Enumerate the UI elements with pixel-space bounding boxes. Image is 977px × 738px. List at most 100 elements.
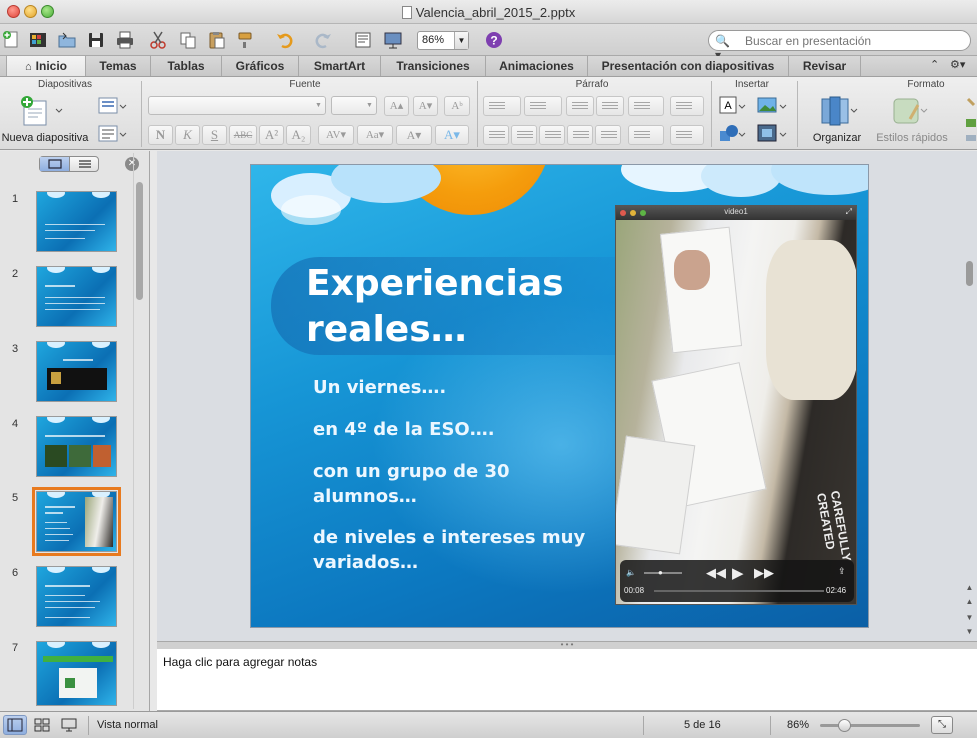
tab-smartart[interactable]: SmartArt [299,56,381,76]
align-right-icon[interactable] [539,125,565,145]
normal-view-button[interactable] [3,715,27,735]
text-direction-icon[interactable] [628,125,664,145]
video-progress-bar[interactable] [654,590,824,592]
font-name-select[interactable]: ▼ [148,96,326,115]
underline-button[interactable]: S [202,125,227,145]
new-icon[interactable] [0,28,24,52]
scrollbar-knob[interactable] [136,182,143,300]
notes-pane[interactable]: Haga clic para agregar notas [157,649,977,711]
open-icon[interactable] [55,28,79,52]
gear-icon[interactable]: ⚙▾ [950,58,965,71]
zoom-slider-knob[interactable] [838,719,851,732]
pane-view-toggle[interactable] [39,156,99,172]
shapes-icon[interactable] [718,123,746,145]
slide-thumbnail[interactable] [36,341,117,402]
help-icon[interactable]: ? [482,28,506,52]
zoom-select[interactable]: 86% ▼ [417,31,469,50]
font-color-icon[interactable]: A▾ [396,125,432,145]
align-left-icon[interactable] [483,125,509,145]
justify-icon[interactable] [567,125,593,145]
slide-thumbnail-selected[interactable] [32,487,121,556]
new-slide-button[interactable] [20,95,64,129]
tab-temas[interactable]: Temas [86,56,151,76]
slideshow-icon[interactable] [381,28,405,52]
tab-animaciones[interactable]: Animaciones [486,56,588,76]
scroll-up-icon[interactable]: ▲ [965,597,974,606]
slide-thumbnail[interactable] [36,641,117,706]
char-spacing-icon[interactable]: AV▾ [318,125,354,145]
format-painter-icon[interactable] [234,28,258,52]
quick-styles-icon[interactable] [888,95,928,127]
fullscreen-icon[interactable]: ⤢ [846,207,852,217]
tab-presentacion[interactable]: Presentación con diapositivas [588,56,789,76]
play-icon[interactable]: ▶ [732,564,744,582]
slide-thumbnail[interactable] [36,191,117,252]
slide-title[interactable]: Experiencias reales… [306,261,626,353]
tab-graficos[interactable]: Gráficos [222,56,299,76]
media-icon[interactable] [756,123,788,145]
rewind-icon[interactable]: ◀◀ [706,565,726,581]
save-icon[interactable] [84,28,108,52]
superscript-button[interactable]: A² [259,125,284,145]
picture-icon[interactable] [756,95,788,117]
notes-splitter[interactable]: • • • [157,641,977,649]
subscript-button[interactable]: A₂ [286,125,311,145]
clear-format-icon[interactable]: Aᵇ [444,96,470,116]
tab-tablas[interactable]: Tablas [151,56,222,76]
outline-view-tab[interactable] [70,157,100,171]
scroll-down-icon[interactable]: ▼ [965,613,974,622]
scroll-up-icon[interactable]: ▲ [965,583,974,592]
volume-slider-knob[interactable]: ● [658,568,663,577]
strikethrough-button[interactable]: ABC [229,125,257,145]
slide-thumbnail[interactable] [36,566,117,627]
undo-icon[interactable] [268,28,302,52]
change-case-icon[interactable]: Aa▾ [357,125,393,145]
slide-scrollbar[interactable]: ▲ ▲ ▼ ▼ [962,151,977,641]
redo-icon[interactable] [306,28,340,52]
search-field[interactable]: 🔍▾ [708,30,971,62]
fast-forward-icon[interactable]: ▶▶ [754,565,774,581]
gallery-icon[interactable] [26,28,50,52]
search-input[interactable] [745,33,965,48]
align-center-icon[interactable] [511,125,537,145]
cut-icon[interactable] [146,28,170,52]
increase-indent-icon[interactable] [596,96,624,116]
presenter-view-button[interactable] [57,715,81,735]
paste-icon[interactable] [205,28,229,52]
tab-inicio[interactable]: ⌂ Inicio [6,56,86,76]
zoom-slider[interactable] [820,719,920,732]
layout-icon[interactable] [98,97,128,115]
section-icon[interactable] [98,125,128,143]
increase-font-icon[interactable]: A▴ [384,96,409,116]
text-box-icon[interactable]: A [718,95,746,117]
italic-button[interactable]: K [175,125,200,145]
distribute-icon[interactable] [595,125,621,145]
more-format-icon[interactable] [962,95,976,145]
copy-icon[interactable] [176,28,200,52]
slide-bullet[interactable]: de niveles e intereses muy variados… [313,525,603,575]
sorter-view-button[interactable] [30,715,54,735]
columns-icon[interactable] [670,96,704,116]
arrange-icon[interactable] [818,95,858,127]
slide-thumbnail[interactable] [36,266,117,327]
font-size-select[interactable]: ▼ [331,96,377,115]
tab-transiciones[interactable]: Transiciones [381,56,486,76]
slide-view-icon[interactable] [351,28,375,52]
fit-to-window-button[interactable]: ⤡ [931,716,953,734]
scrollbar-knob[interactable] [966,261,973,286]
line-spacing-icon[interactable] [628,96,664,116]
share-icon[interactable]: ⇪ [838,566,846,577]
scroll-down-icon[interactable]: ▼ [965,627,974,636]
bold-button[interactable]: N [148,125,173,145]
volume-icon[interactable]: 🔈 [626,568,636,577]
text-effects-icon[interactable]: A▾ [435,125,469,145]
print-icon[interactable] [113,28,137,52]
slide-thumbnail[interactable] [36,416,117,477]
bullets-icon[interactable] [483,96,521,116]
decrease-font-icon[interactable]: A▾ [413,96,438,116]
embedded-video[interactable]: video1 ⤢ CAREFULLY CREATED 🔈 ● ◀◀ ▶ ▶▶ ⇪… [615,205,857,605]
current-slide[interactable]: Experiencias reales… Un viernes…. en 4º … [250,164,869,628]
slides-view-tab[interactable] [40,157,70,171]
decrease-indent-icon[interactable] [566,96,594,116]
align-text-icon[interactable] [670,125,704,145]
